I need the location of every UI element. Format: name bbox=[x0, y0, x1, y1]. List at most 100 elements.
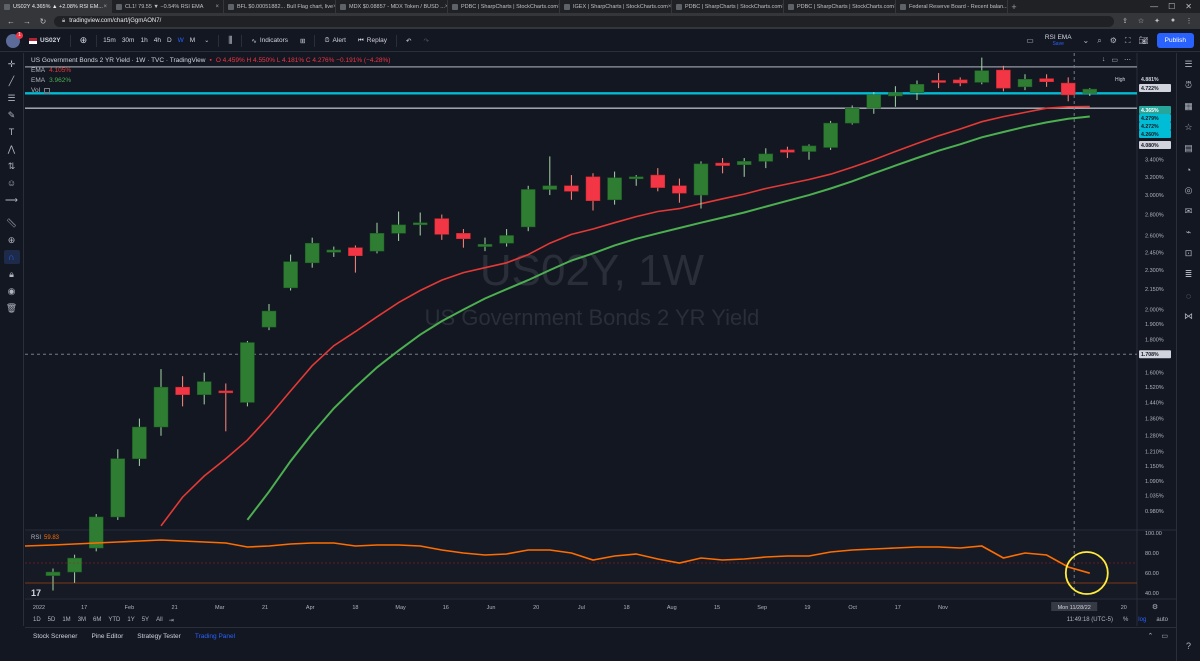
candle-body[interactable] bbox=[218, 390, 234, 394]
zoom-in-icon[interactable]: ⊕ bbox=[4, 233, 20, 247]
candle-body[interactable] bbox=[261, 310, 277, 328]
candle-body[interactable] bbox=[780, 149, 795, 153]
new-tab-icon[interactable]: + bbox=[1008, 2, 1020, 12]
lock-drawings-icon[interactable]: 🔒︎ bbox=[4, 267, 20, 281]
maximize-pane-icon[interactable]: ▭ bbox=[1111, 56, 1118, 64]
panel-tab-stock-screener[interactable]: Stock Screener bbox=[33, 633, 77, 640]
dom-icon[interactable]: ⋈ bbox=[1181, 309, 1197, 324]
range-all[interactable]: All bbox=[156, 617, 163, 623]
candle-body[interactable] bbox=[477, 244, 493, 247]
timeframe-D[interactable]: D bbox=[167, 37, 172, 44]
candle-body[interactable] bbox=[175, 386, 190, 395]
range-3m[interactable]: 3M bbox=[78, 617, 86, 623]
calendar-icon[interactable]: ▤ bbox=[1181, 141, 1197, 156]
candle-body[interactable] bbox=[996, 69, 1011, 89]
menu-dots-icon[interactable]: ⋮ bbox=[1184, 17, 1194, 25]
candle-body[interactable] bbox=[1060, 82, 1076, 96]
candle-body[interactable] bbox=[45, 571, 61, 576]
user-avatar[interactable]: 1 bbox=[6, 31, 23, 48]
candle-body[interactable] bbox=[520, 189, 536, 228]
redo-icon[interactable]: ↷ bbox=[420, 35, 431, 47]
chart-pane[interactable]: US02Y, 1WUS Government Bonds 2 YR Yield4… bbox=[25, 53, 1176, 626]
candle-body[interactable] bbox=[542, 185, 558, 190]
camera-icon[interactable]: 📷︎ bbox=[1139, 36, 1149, 45]
range-1m[interactable]: 1M bbox=[62, 617, 70, 623]
legend-vol-row[interactable]: Vol bbox=[31, 86, 390, 96]
compare-icon[interactable]: ⊕ bbox=[77, 33, 91, 48]
indicators-button[interactable]: ∿ Indicators bbox=[248, 35, 291, 47]
order-panel-icon[interactable]: ⊡ bbox=[1181, 246, 1197, 261]
data-window-icon[interactable]: ▦ bbox=[1181, 99, 1197, 114]
layout-save-button[interactable]: RSI EMA Save bbox=[1042, 32, 1075, 50]
chart-type-candles-icon[interactable]: ⫼ bbox=[225, 33, 235, 48]
text-icon[interactable]: T bbox=[4, 125, 20, 139]
candle-body[interactable] bbox=[628, 176, 644, 180]
candle-body[interactable] bbox=[909, 84, 925, 93]
forward-icon[interactable]: → bbox=[22, 17, 32, 26]
arrow-down-icon[interactable]: ↓ bbox=[1102, 56, 1106, 64]
browser-tab[interactable]: PDBC | SharpCharts | StockCharts.com× bbox=[672, 0, 784, 13]
search-icon[interactable]: ⌕ bbox=[1097, 36, 1101, 46]
candle-body[interactable] bbox=[1017, 78, 1033, 88]
share-icon[interactable]: ⇪ bbox=[1120, 17, 1130, 25]
streams-icon[interactable]: ◎ bbox=[1181, 183, 1197, 198]
minimize-icon[interactable]: — bbox=[1150, 2, 1158, 11]
candle-body[interactable] bbox=[434, 218, 450, 235]
signal-icon[interactable]: ◌ bbox=[1181, 288, 1197, 303]
browser-tab[interactable]: PDBC | SharpCharts | StockCharts.com× bbox=[448, 0, 560, 13]
candle-body[interactable] bbox=[283, 261, 298, 289]
maximize-panel-icon[interactable]: ▭ bbox=[1161, 632, 1168, 640]
candle-body[interactable] bbox=[693, 163, 709, 196]
candle-body[interactable] bbox=[391, 224, 406, 234]
goto-date-icon[interactable]: ⇥ bbox=[169, 617, 174, 624]
timeframe-M[interactable]: M bbox=[190, 37, 195, 44]
collapse-panel-icon[interactable]: ⌃ bbox=[1148, 632, 1154, 640]
candle-body[interactable] bbox=[153, 386, 169, 428]
candle-body[interactable] bbox=[974, 70, 990, 83]
undo-icon[interactable]: ↶ bbox=[403, 35, 414, 47]
close-window-icon[interactable]: ✕ bbox=[1185, 2, 1192, 11]
candle-body[interactable] bbox=[326, 249, 342, 253]
candle-body[interactable] bbox=[585, 176, 601, 202]
close-tab-icon[interactable]: × bbox=[215, 4, 219, 10]
reload-icon[interactable]: ↻ bbox=[38, 17, 48, 26]
trend-line-icon[interactable]: ╱ bbox=[4, 74, 20, 88]
candle-body[interactable] bbox=[952, 79, 968, 84]
percent-toggle[interactable]: % bbox=[1123, 617, 1128, 623]
candle-body[interactable] bbox=[110, 458, 126, 518]
pattern-icon[interactable]: ⋀ bbox=[4, 142, 20, 156]
profile-icon[interactable]: ● bbox=[1168, 17, 1178, 25]
templates-icon[interactable]: ⊞ bbox=[297, 35, 308, 47]
timeframe-W[interactable]: W bbox=[178, 37, 184, 44]
gear-icon[interactable]: ⚙︎ bbox=[1110, 36, 1117, 45]
candle-body[interactable] bbox=[672, 185, 687, 194]
brush-icon[interactable]: ✎ bbox=[4, 108, 20, 122]
trash-icon[interactable]: 🗑︎ bbox=[4, 301, 20, 315]
collapse-icon[interactable] bbox=[44, 88, 51, 94]
browser-tab[interactable]: PDBC | SharpCharts | StockCharts.com× bbox=[784, 0, 896, 13]
range-5y[interactable]: 5Y bbox=[142, 617, 149, 623]
close-tab-icon[interactable]: × bbox=[103, 4, 107, 10]
candle-body[interactable] bbox=[240, 342, 255, 403]
candle-body[interactable] bbox=[736, 161, 752, 165]
browser-tab[interactable]: IGEX | SharpCharts | StockCharts.com × bbox=[560, 0, 672, 13]
hide-drawings-icon[interactable]: ◉ bbox=[4, 284, 20, 298]
watchlist-icon[interactable]: ☰ bbox=[1181, 57, 1197, 72]
legend-ema1-row[interactable]: EMA 4.105% bbox=[31, 66, 390, 76]
back-icon[interactable]: ← bbox=[6, 17, 16, 26]
chevron-down-icon[interactable]: ⌄ bbox=[201, 35, 212, 46]
close-tab-icon[interactable]: × bbox=[668, 4, 671, 10]
range-5d[interactable]: 5D bbox=[48, 617, 56, 623]
chevron-down-icon[interactable]: ⌄ bbox=[1083, 36, 1090, 45]
layers-icon[interactable]: ≣ bbox=[1181, 267, 1197, 282]
timeframe-30m[interactable]: 30m bbox=[122, 37, 135, 44]
help-icon[interactable]: ? bbox=[1181, 638, 1197, 653]
candle-body[interactable] bbox=[412, 222, 428, 226]
auto-toggle[interactable]: auto bbox=[1156, 617, 1168, 623]
legend-ema2-row[interactable]: EMA 3.962% bbox=[31, 76, 390, 86]
candle-body[interactable] bbox=[304, 242, 320, 264]
more-icon[interactable]: ⋯ bbox=[1124, 56, 1131, 64]
browser-tab[interactable]: CL1! 79.55 ▼ −0.54% RSI EMA × bbox=[112, 0, 224, 13]
arrow-icon[interactable]: ⟶ bbox=[4, 193, 20, 207]
publish-button[interactable]: Publish bbox=[1156, 33, 1194, 48]
